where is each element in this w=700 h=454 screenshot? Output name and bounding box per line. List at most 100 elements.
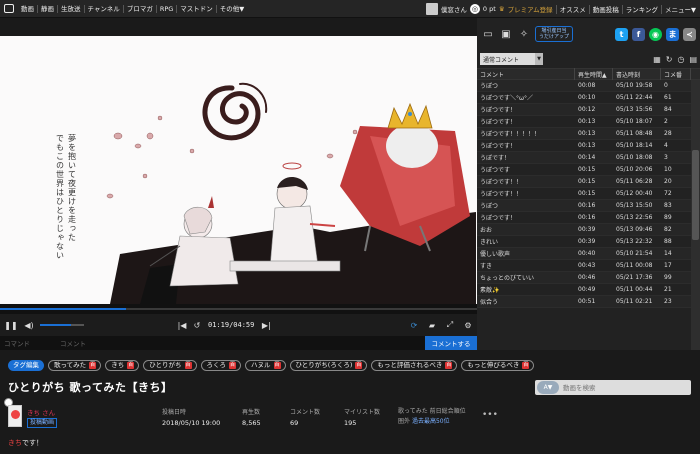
comment-list[interactable]: うぽつ 00:08 05/10 19:58 0 うぽつです＼°ω°／ 00:10 05/11… — [477, 80, 700, 350]
share-video-icon[interactable]: ▣ — [499, 28, 513, 40]
comment-input[interactable]: コメント — [60, 338, 425, 348]
header-number[interactable]: コメ番 — [661, 68, 691, 80]
nav-live[interactable]: 生放送 — [58, 4, 85, 13]
nav-upload[interactable]: 動画投稿 — [593, 4, 619, 14]
nicolog-icon[interactable]: ま — [666, 27, 679, 41]
comment-text: うぽつです！ — [480, 215, 517, 222]
comment-toggle-icon[interactable]: ▰ — [423, 321, 441, 330]
comment-type-select[interactable]: 通常コメント ▼ — [480, 53, 543, 65]
loop-icon[interactable]: ⟳ — [405, 321, 423, 330]
tag-item[interactable]: ろくろ百 — [200, 359, 241, 371]
tag-item[interactable]: きち百 — [105, 359, 140, 371]
share-icon[interactable]: ≺ — [683, 27, 696, 41]
niconico-logo-icon[interactable] — [0, 0, 18, 18]
comment-row[interactable]: うぽつです！！ 00:15 05/12 00:40 72 — [477, 188, 700, 200]
tag-item[interactable]: ひとりがち百 — [143, 359, 197, 371]
tag-item[interactable]: もっと伸びるべき百 — [461, 359, 535, 371]
comment-scrollbar[interactable] — [691, 80, 700, 350]
calendar-icon[interactable]: ▦ — [653, 55, 661, 64]
comment-row[interactable]: ちょっとのびていい 00:46 05/21 17:36 99 — [477, 272, 700, 284]
nav-mastodon[interactable]: マストドン — [177, 4, 217, 13]
premium-register-link[interactable]: プレミアム登録 — [508, 4, 553, 14]
header-comment[interactable]: コメント — [477, 68, 575, 80]
video-frame[interactable]: 夢を抱いて夜更けを走った でもこの世界はひとりじゃない — [0, 36, 477, 304]
search-input[interactable] — [563, 383, 683, 392]
uploader-videos-link[interactable]: 投稿動画 — [27, 418, 58, 428]
comment-row[interactable]: おお 00:39 05/13 09:46 82 — [477, 224, 700, 236]
description-link[interactable]: きち — [8, 439, 22, 447]
comment-row[interactable]: うぽつです！ 00:12 05/13 15:56 84 — [477, 104, 700, 116]
nav-recommend[interactable]: オススメ — [560, 4, 586, 14]
facebook-icon[interactable]: f — [632, 27, 645, 41]
party-icon[interactable]: ✧ — [517, 28, 531, 40]
comment-time: 00:46 — [578, 274, 596, 281]
dictionary-icon[interactable]: 百 — [229, 361, 236, 369]
comment-row[interactable]: うぽつ 00:16 05/13 15:50 83 — [477, 200, 700, 212]
dictionary-icon[interactable]: 百 — [355, 361, 363, 369]
refresh-icon[interactable]: ↻ — [666, 55, 673, 64]
comment-row[interactable]: うぽつです！ 00:16 05/13 22:56 89 — [477, 212, 700, 224]
dictionary-icon[interactable]: 百 — [522, 361, 530, 369]
comment-row[interactable]: きれい 00:39 05/13 22:32 88 — [477, 236, 700, 248]
command-input[interactable]: コマンド — [0, 338, 60, 348]
settings-icon[interactable]: ⚙ — [459, 321, 477, 330]
pause-icon[interactable]: ❚❚ — [0, 321, 22, 330]
dictionary-icon[interactable]: 百 — [127, 361, 135, 369]
folder-icon[interactable]: ▭ — [481, 28, 495, 40]
nav-rpg[interactable]: RPG — [157, 4, 178, 13]
tag-item[interactable]: ひとりがち(ろくろ) 百 — [289, 359, 368, 371]
comment-row[interactable]: すき 00:43 05/11 00:08 17 — [477, 260, 700, 272]
send-comment-button[interactable]: コメントする — [425, 336, 477, 350]
tag-item[interactable]: 歌ってみた百 — [48, 359, 102, 371]
line-icon[interactable]: ◉ — [649, 27, 662, 41]
skip-back-icon[interactable]: |◀ — [174, 321, 190, 330]
nav-seiga[interactable]: 静画 — [38, 4, 58, 13]
uploader-name[interactable]: きち さん — [27, 407, 55, 417]
comment-row[interactable]: 素敵✨ 00:49 05/11 00:44 21 — [477, 284, 700, 296]
nav-other[interactable]: その他▼ — [217, 5, 248, 13]
nav-douga[interactable]: 動画 — [18, 4, 38, 13]
tag-item[interactable]: もっと評価されるべき百 — [371, 359, 458, 371]
nav-blomaga[interactable]: ブロマガ — [124, 4, 157, 13]
comment-row[interactable]: うぽつ 00:08 05/10 19:58 0 — [477, 80, 700, 92]
tag-edit-button[interactable]: タグ編集 — [8, 359, 44, 371]
comment-text: うぽつ — [480, 203, 499, 210]
volume-icon[interactable]: ◀) — [22, 321, 36, 330]
skip-forward-icon[interactable]: ▶| — [258, 321, 274, 330]
fullscreen-icon[interactable]: ⤢ — [441, 320, 459, 330]
user-avatar[interactable] — [425, 3, 438, 15]
dictionary-icon[interactable]: 百 — [445, 361, 453, 369]
history-icon[interactable]: ◷ — [677, 55, 684, 64]
header-playtime[interactable]: 再生時間▲ — [575, 68, 613, 80]
comment-row[interactable]: うぽつです 00:15 05/10 20:06 10 — [477, 164, 700, 176]
best-rank-link[interactable]: 過去最高50位 — [412, 418, 450, 425]
comment-row[interactable]: うぽつです！！ 00:15 05/11 06:28 20 — [477, 176, 700, 188]
comment-row[interactable]: うぽです！ 00:14 05/10 18:08 3 — [477, 152, 700, 164]
comment-row[interactable]: 似合う 00:51 05/11 02:21 23 — [477, 296, 700, 308]
uad-bubble[interactable]: 場引産日当 うだけアップ — [535, 26, 574, 42]
seek-bar[interactable] — [0, 304, 477, 314]
volume-slider[interactable] — [40, 324, 84, 326]
nav-ranking[interactable]: ランキング — [626, 4, 658, 14]
uploader-avatar[interactable] — [8, 405, 22, 427]
replay-icon[interactable]: ↺ — [190, 321, 204, 330]
comment-row[interactable]: うぽつです！ 00:13 05/10 18:14 4 — [477, 140, 700, 152]
username[interactable]: 僕窓さん — [441, 4, 467, 14]
comment-row[interactable]: うぽつです！ 00:13 05/10 18:07 2 — [477, 116, 700, 128]
header-posted[interactable]: 書込時刻 — [613, 68, 661, 80]
more-menu-icon[interactable]: ••• — [482, 410, 498, 420]
tag-item[interactable]: ハヌル百 — [245, 359, 286, 371]
search-mode-button[interactable]: A ▼ — [537, 381, 559, 394]
nav-menu[interactable]: メニュー▼ — [665, 4, 696, 14]
comment-row[interactable]: うぽつです！！！！！ 00:13 05/11 08:48 28 — [477, 128, 700, 140]
comment-time: 00:14 — [578, 154, 596, 161]
comment-row[interactable]: 優しい歌声 00:40 05/10 21:54 14 — [477, 248, 700, 260]
twitter-icon[interactable]: t — [615, 27, 628, 41]
comment-row[interactable]: うぽつです＼°ω°／ 00:10 05/11 22:44 61 — [477, 92, 700, 104]
dictionary-icon[interactable]: 百 — [89, 361, 97, 369]
comment-time: 00:16 — [578, 214, 596, 221]
dictionary-icon[interactable]: 百 — [184, 361, 192, 369]
nav-channel[interactable]: チャンネル — [85, 4, 124, 13]
comment-settings-icon[interactable]: ▤ — [689, 55, 697, 64]
dictionary-icon[interactable]: 百 — [273, 361, 281, 369]
